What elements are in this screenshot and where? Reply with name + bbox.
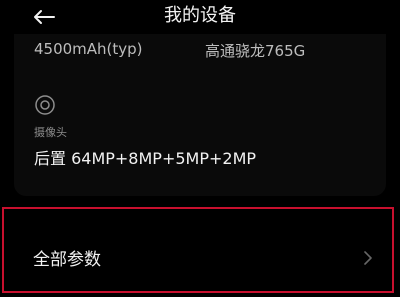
camera-icon <box>35 95 55 115</box>
chevron-right-icon <box>364 251 372 265</box>
page-title: 我的设备 <box>164 5 236 26</box>
camera-label: 摄像头 <box>34 126 67 139</box>
top-bar: 我的设备 <box>0 0 400 34</box>
all-params-label: 全部参数 <box>33 250 101 270</box>
chip-spec-value: 高通骁龙765G <box>205 42 306 60</box>
all-params-row[interactable]: 全部参数 <box>2 207 394 293</box>
battery-spec-value: 4500mAh(typ) <box>34 40 143 58</box>
camera-spec-value: 后置 64MP+8MP+5MP+2MP <box>34 149 257 168</box>
